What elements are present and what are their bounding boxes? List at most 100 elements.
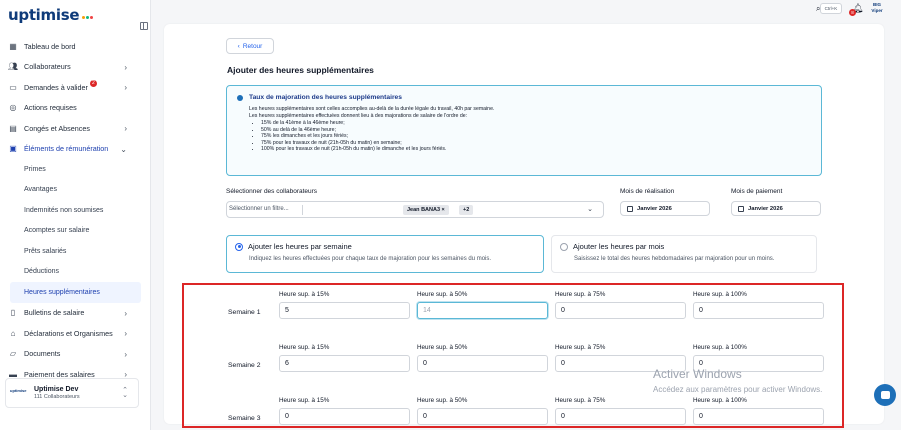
rate-label: Heure sup. à 100%	[693, 344, 747, 351]
rate-label: Heure sup. à 15%	[279, 344, 330, 351]
info-box: Taux de majoration des heures supplément…	[226, 85, 822, 176]
calendar-icon	[627, 205, 633, 212]
rate-label: Heure sup. à 75%	[555, 344, 606, 351]
rate-label: Heure sup. à 15%	[279, 291, 330, 298]
radio-selected-icon[interactable]	[235, 242, 243, 251]
mois-paiement-label: Mois de paiement	[731, 188, 783, 195]
radio-unselected-icon[interactable]	[560, 242, 568, 251]
week3-input-100[interactable]: 0	[693, 408, 824, 425]
sidebar-collapse-icon[interactable]	[140, 22, 148, 30]
week1-input-75[interactable]: 0	[555, 302, 686, 319]
week-label: Semaine 1	[228, 309, 261, 316]
rate-label: Heure sup. à 75%	[555, 397, 606, 404]
filter-placeholder: Sélectionner un filtre...	[229, 206, 289, 212]
option-title: Ajouter les heures par semaine	[248, 242, 352, 251]
page-title: Ajouter des heures supplémentaires	[227, 65, 374, 75]
info-paragraph: Les heures supplémentaires sont celles a…	[249, 106, 495, 112]
search-shortcut-chip[interactable]: Ctrl+K	[820, 3, 842, 14]
users-icon: 👥︎	[7, 62, 19, 72]
uptimise-logo[interactable]: uptimise	[8, 6, 94, 24]
sidebar: uptimise ▦ Tableau de bord 👥︎ Collaborat…	[0, 0, 151, 430]
sidebar-item-bulletins[interactable]: ▯ Bulletins de salaire ›	[0, 303, 151, 324]
watermark-line1: Activer Windows	[653, 367, 742, 381]
sidebar-item-label: Actions requises	[24, 103, 77, 113]
more-tags-badge[interactable]: +2	[459, 205, 474, 215]
week3-input-15[interactable]: 0	[279, 408, 410, 425]
sidebar-item-demandes[interactable]: ▭ Demandes à valider 2 ›	[0, 77, 151, 98]
company-switcher[interactable]: uptimise Uptimise Dev 111 Collaborateurs…	[5, 378, 139, 408]
bank-icon: ⌂	[10, 328, 16, 338]
mois-realisation-picker[interactable]: Janvier 2026	[620, 201, 710, 216]
option-par-mois[interactable]: Ajouter les heures par mois Saisissez le…	[551, 235, 817, 273]
chat-icon	[880, 391, 890, 399]
sidebar-item-label: Tableau de bord	[24, 41, 76, 51]
sidebar-item-label: Demandes à valider	[24, 82, 88, 92]
logo-dots-icon	[82, 15, 94, 19]
sidebar-item-documents[interactable]: ▱ Documents ›	[0, 344, 151, 365]
week2-input-50[interactable]: 0	[417, 355, 548, 372]
rate-label: Heure sup. à 50%	[417, 344, 468, 351]
avatar[interactable]: BIG Viper	[868, 2, 886, 16]
option-description: Saisissez le total des heures hebdomadai…	[574, 256, 775, 262]
chevron-right-icon: ›	[124, 124, 127, 133]
sidebar-subitem-prets[interactable]: Prêts salariés	[0, 241, 151, 262]
check-circle-icon: ◎	[9, 103, 17, 113]
mois-realisation-label: Mois de réalisation	[620, 188, 675, 195]
option-par-semaine[interactable]: Ajouter les heures par semaine Indiquez …	[226, 235, 544, 273]
rate-label: Heure sup. à 75%	[555, 291, 606, 298]
sidebar-subitem-indemnites[interactable]: Indemnités non soumises	[0, 200, 151, 221]
info-title: Taux de majoration des heures supplément…	[237, 94, 811, 101]
back-button-label: Retour	[242, 42, 263, 50]
back-button[interactable]: ‹ Retour	[226, 38, 274, 54]
option-description: Indiquez les heures effectuées pour chaq…	[249, 256, 492, 262]
close-icon[interactable]: ×	[442, 207, 445, 213]
week3-input-75[interactable]: 0	[555, 408, 686, 425]
week3-input-50[interactable]: 0	[417, 408, 548, 425]
week1-input-100[interactable]: 0	[693, 302, 824, 319]
sidebar-item-actions-requises[interactable]: ◎ Actions requises	[0, 98, 151, 119]
watermark-line2: Accédez aux paramètres pour activer Wind…	[653, 385, 823, 394]
sidebar-subitem-heures-sup[interactable]: Heures supplémentaires	[10, 282, 141, 303]
chevron-left-icon: ‹	[237, 42, 240, 50]
rate-label: Heure sup. à 15%	[279, 397, 330, 404]
chevron-right-icon: ›	[124, 349, 127, 359]
sidebar-item-label: Collaborateurs	[24, 62, 71, 72]
sidebar-item-conges[interactable]: ▤ Congés et Absences ›	[0, 118, 151, 139]
sidebar-item-label: Bulletins de salaire	[24, 308, 85, 318]
week1-input-50[interactable]: 14	[417, 302, 548, 319]
chat-button[interactable]	[874, 384, 896, 406]
calendar-icon: ▤	[9, 123, 17, 133]
chevron-up-down-icon: ⌃ ⌄	[122, 387, 128, 399]
rate-label: Heure sup. à 50%	[417, 397, 468, 404]
mois-paiement-picker[interactable]: Janvier 2026	[731, 201, 821, 216]
week1-input-15[interactable]: 5	[279, 302, 410, 319]
collaborateurs-label: Sélectionner des collaborateurs	[226, 188, 318, 195]
sidebar-item-declarations[interactable]: ⌂ Déclarations et Organismes ›	[0, 323, 151, 344]
calendar-icon	[738, 205, 744, 212]
sidebar-subitem-deductions[interactable]: Déductions	[0, 262, 151, 283]
sidebar-subitem-primes[interactable]: Primes	[0, 159, 151, 180]
sidebar-subitem-avantages[interactable]: Avantages	[0, 180, 151, 201]
divider	[302, 205, 303, 215]
sidebar-item-label: Déclarations et Organismes	[24, 328, 113, 338]
sidebar-item-tableau-de-bord[interactable]: ▦ Tableau de bord	[0, 36, 151, 57]
info-paragraph: Les heures supplémentaires effectuées do…	[249, 113, 468, 119]
sidebar-item-collaborateurs[interactable]: 👥︎ Collaborateurs ›	[0, 57, 151, 78]
chevron-down-icon: ⌄	[587, 206, 593, 213]
chevron-right-icon: ›	[124, 62, 127, 72]
sidebar-subitem-acomptes[interactable]: Acomptes sur salaire	[0, 221, 151, 242]
week2-input-15[interactable]: 6	[279, 355, 410, 372]
file-icon: ▯	[10, 308, 16, 318]
collaborator-tag[interactable]: Jean BANA3 ×	[403, 205, 449, 215]
sidebar-item-elements-remuneration[interactable]: ▣ Éléments de rémunération ⌄	[0, 139, 151, 160]
collaborateurs-select[interactable]: Sélectionner un filtre... Jean BANA3 × +…	[226, 201, 604, 218]
sidebar-item-label: Éléments de rémunération	[24, 144, 109, 154]
weeks-section: Heure sup. à 15% Heure sup. à 50% Heure …	[182, 283, 844, 428]
chevron-down-icon: ⌄	[120, 144, 127, 154]
rate-label: Heure sup. à 100%	[693, 291, 747, 298]
sidebar-nav: ▦ Tableau de bord 👥︎ Collaborateurs › ▭ …	[0, 36, 151, 385]
notification-badge: 2	[89, 79, 97, 87]
week-label: Semaine 3	[228, 415, 261, 422]
mois-realisation-value: Janvier 2026	[637, 205, 672, 212]
chevron-right-icon: ›	[124, 308, 127, 318]
